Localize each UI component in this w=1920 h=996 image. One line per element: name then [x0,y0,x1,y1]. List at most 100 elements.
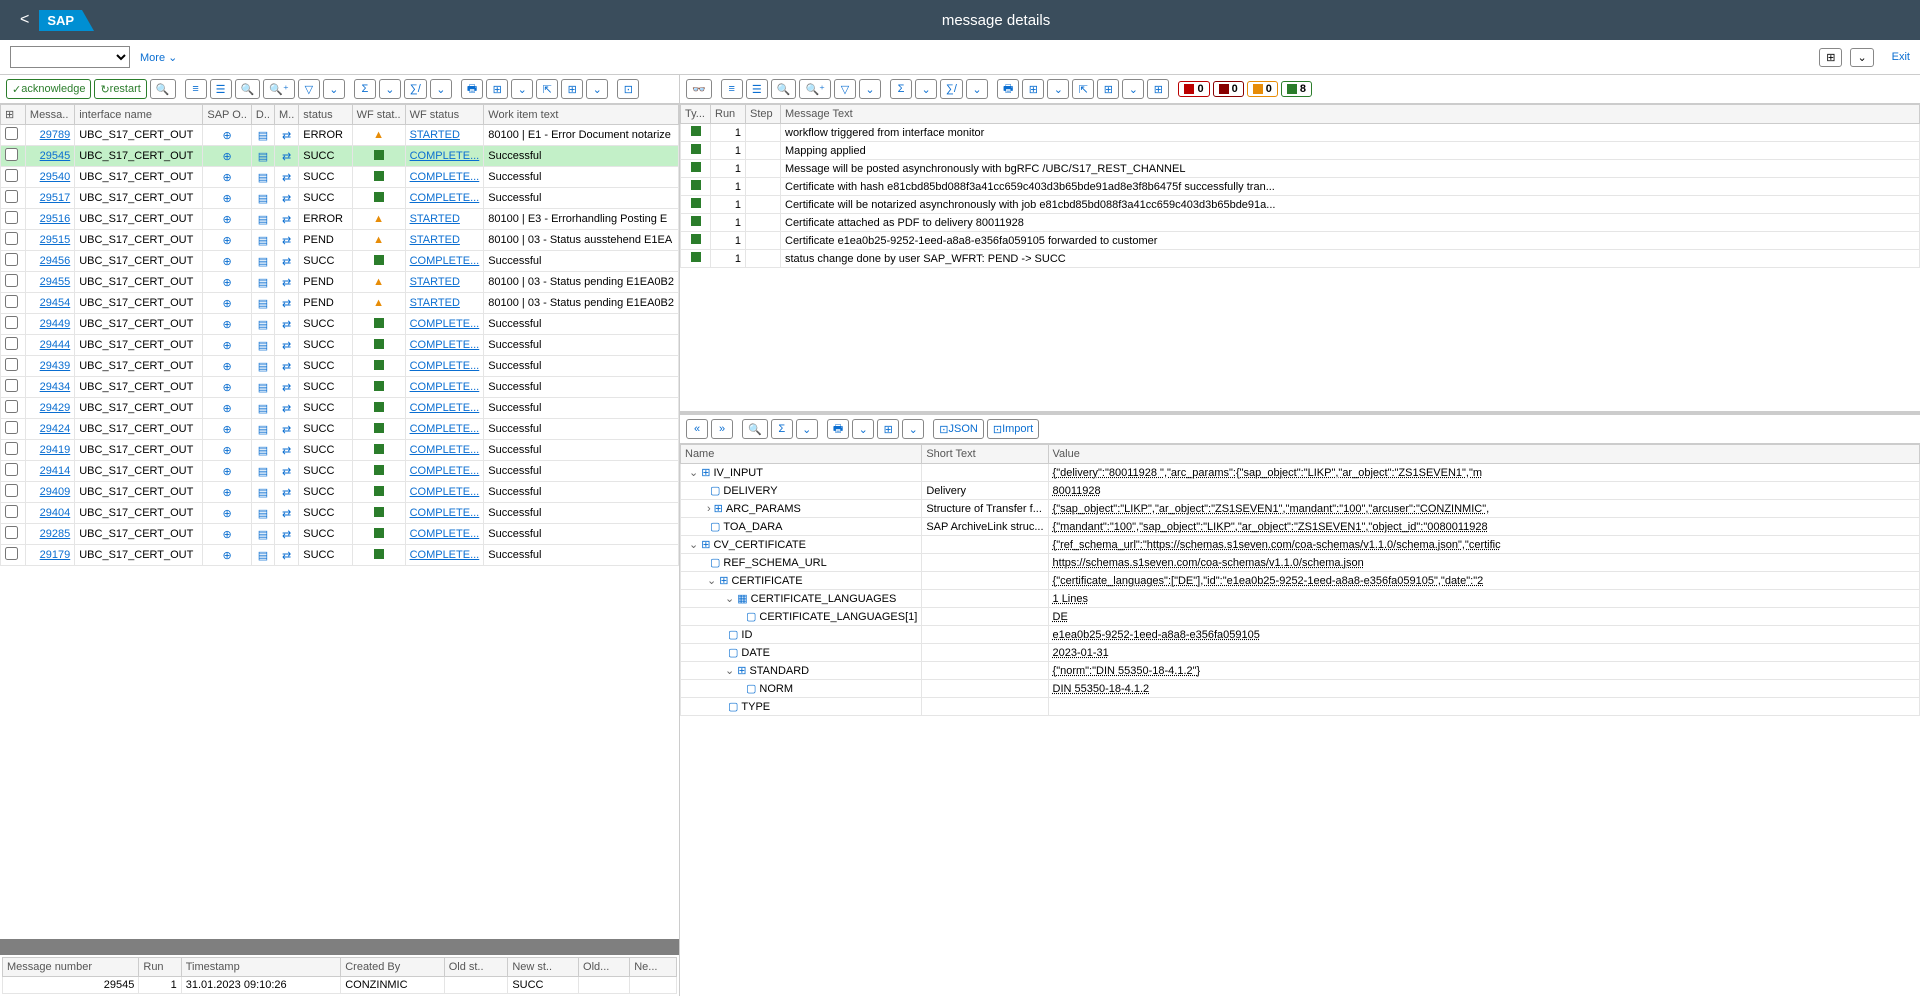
filter-dd-icon[interactable]: ⌄ [323,79,345,99]
map-icon[interactable]: ⇄ [282,256,291,268]
print-icon[interactable]: 🖶 [461,79,483,99]
row-checkbox[interactable] [5,253,18,266]
message-id-link[interactable]: 29409 [40,486,71,498]
filter2-icon[interactable]: ▽ [834,79,856,99]
wf-status-link[interactable]: COMPLETE... [410,465,480,477]
wf-status-link[interactable]: COMPLETE... [410,444,480,456]
list-icon[interactable]: ☰ [210,79,232,99]
doc-icon[interactable]: ▤ [258,403,268,415]
message-id-link[interactable]: 29789 [40,129,71,141]
row-checkbox[interactable] [5,148,18,161]
row-checkbox[interactable] [5,274,18,287]
details2-icon[interactable]: ≡ [721,79,743,99]
wf-status-link[interactable]: COMPLETE... [410,402,480,414]
row-checkbox[interactable] [5,442,18,455]
message-row[interactable]: 29434 UBC_S17_CERT_OUT ⊕ ▤ ⇄ SUCC COMPLE… [1,377,679,398]
message-id-link[interactable]: 29456 [40,255,71,267]
tree-row[interactable]: ▢ID e1ea0b25-9252-1eed-a8a8-e356fa059105 [681,626,1920,644]
message-id-link[interactable]: 29454 [40,297,71,309]
doc-icon[interactable]: ▤ [258,550,268,562]
row-checkbox[interactable] [5,169,18,182]
map-icon[interactable]: ⇄ [282,529,291,541]
message-row[interactable]: 29409 UBC_S17_CERT_OUT ⊕ ▤ ⇄ SUCC COMPLE… [1,482,679,503]
log-row[interactable]: 1Mapping applied [681,142,1920,160]
message-id-link[interactable]: 29414 [40,465,71,477]
log-row[interactable]: 1Certificate attached as PDF to delivery… [681,214,1920,232]
row-checkbox[interactable] [5,295,18,308]
object-icon[interactable]: ⊕ [223,130,232,142]
message-row[interactable]: 29517 UBC_S17_CERT_OUT ⊕ ▤ ⇄ SUCC COMPLE… [1,188,679,209]
wf-status-link[interactable]: COMPLETE... [410,171,480,183]
message-row[interactable]: 29515 UBC_S17_CERT_OUT ⊕ ▤ ⇄ PEND ▲ STAR… [1,230,679,251]
sub2-dd-icon[interactable]: ⌄ [966,79,988,99]
doc-icon[interactable]: ▤ [258,466,268,478]
doc-icon[interactable]: ▤ [258,298,268,310]
back-button[interactable]: < [10,11,39,29]
message-id-link[interactable]: 29434 [40,381,71,393]
message-row[interactable]: 29789 UBC_S17_CERT_OUT ⊕ ▤ ⇄ ERROR ▲ STA… [1,125,679,146]
h-scrollbar[interactable] [0,939,679,951]
doc-icon[interactable]: ▤ [258,256,268,268]
wf-status-link[interactable]: COMPLETE... [410,150,480,162]
export-icon[interactable]: ⇱ [536,79,558,99]
map-icon[interactable]: ⇄ [282,172,291,184]
settings-icon[interactable]: ⊡ [617,79,639,99]
search-icon[interactable]: 🔍 [150,79,176,99]
object-icon[interactable]: ⊕ [223,193,232,205]
map-icon[interactable]: ⇄ [282,487,291,499]
wf-status-link[interactable]: STARTED [410,276,460,288]
wf-status-link[interactable]: STARTED [410,234,460,246]
wf-status-link[interactable]: COMPLETE... [410,192,480,204]
map-icon[interactable]: ⇄ [282,130,291,142]
message-id-link[interactable]: 29455 [40,276,71,288]
tree-row[interactable]: ⌄⊞IV_INPUT {"delivery":"80011928 ","arc_… [681,464,1920,482]
message-row[interactable]: 29404 UBC_S17_CERT_OUT ⊕ ▤ ⇄ SUCC COMPLE… [1,503,679,524]
row-checkbox[interactable] [5,190,18,203]
object-icon[interactable]: ⊕ [223,277,232,289]
doc-icon[interactable]: ▤ [258,445,268,457]
sum2-dd-icon[interactable]: ⌄ [915,79,937,99]
row-checkbox[interactable] [5,421,18,434]
wf-status-link[interactable]: COMPLETE... [410,381,480,393]
find-icon[interactable]: 🔍 [235,79,261,99]
json-button[interactable]: ⊡ JSON [933,419,984,439]
detail-row[interactable]: 29545 1 31.01.2023 09:10:26 CONZINMIC SU… [3,977,677,994]
layout3-dd-icon[interactable]: ⌄ [902,419,924,439]
layout3-icon[interactable]: ⊞ [877,419,899,439]
object-icon[interactable]: ⊕ [223,466,232,478]
doc-icon[interactable]: ▤ [258,424,268,436]
doc-icon[interactable]: ▤ [258,529,268,541]
details-icon[interactable]: ≡ [185,79,207,99]
tree-row[interactable]: ›⊞ARC_PARAMS Structure of Transfer f...{… [681,500,1920,518]
message-id-link[interactable]: 29404 [40,507,71,519]
doc-icon[interactable]: ▤ [258,151,268,163]
message-row[interactable]: 29179 UBC_S17_CERT_OUT ⊕ ▤ ⇄ SUCC COMPLE… [1,545,679,566]
tree-row[interactable]: ▢DELIVERY Delivery80011928 [681,482,1920,500]
context-dropdown[interactable] [10,46,130,68]
map-icon[interactable]: ⇄ [282,424,291,436]
glasses-icon[interactable]: 👓 [686,79,712,99]
row-checkbox[interactable] [5,505,18,518]
object-icon[interactable]: ⊕ [223,256,232,268]
map-icon[interactable]: ⇄ [282,445,291,457]
doc-icon[interactable]: ▤ [258,340,268,352]
doc-icon[interactable]: ▤ [258,508,268,520]
view2-dd-icon[interactable]: ⌄ [1047,79,1069,99]
log-row[interactable]: 1workflow triggered from interface monit… [681,124,1920,142]
wf-status-link[interactable]: COMPLETE... [410,339,480,351]
doc-icon[interactable]: ▤ [258,235,268,247]
exit-link[interactable]: Exit [1892,51,1910,63]
log-grid[interactable]: Ty... Run Step Message Text 1workflow tr… [680,104,1920,411]
row-checkbox[interactable] [5,127,18,140]
map-icon[interactable]: ⇄ [282,382,291,394]
map-icon[interactable]: ⇄ [282,277,291,289]
message-row[interactable]: 29285 UBC_S17_CERT_OUT ⊕ ▤ ⇄ SUCC COMPLE… [1,524,679,545]
expand-toggle[interactable]: ⌄ [707,575,716,587]
message-id-link[interactable]: 29515 [40,234,71,246]
row-checkbox[interactable] [5,463,18,476]
object-icon[interactable]: ⊕ [223,403,232,415]
map-icon[interactable]: ⇄ [282,319,291,331]
object-icon[interactable]: ⊕ [223,424,232,436]
message-row[interactable]: 29454 UBC_S17_CERT_OUT ⊕ ▤ ⇄ PEND ▲ STAR… [1,293,679,314]
badge-warn[interactable]: 0 [1247,81,1278,97]
